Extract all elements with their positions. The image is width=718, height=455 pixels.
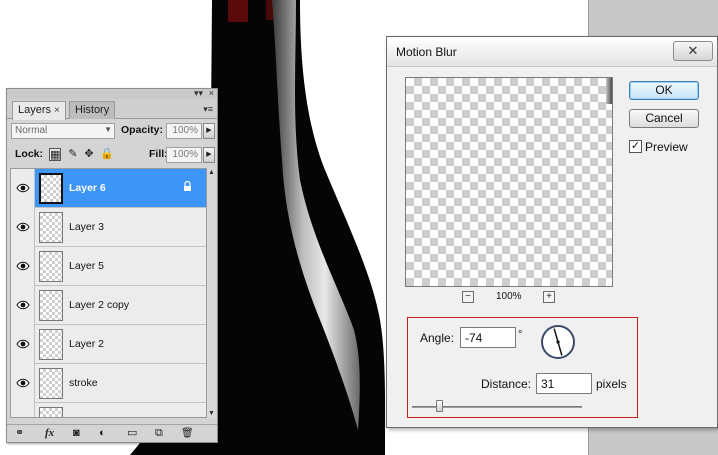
scroll-down-icon[interactable]: ▼ xyxy=(208,410,215,417)
layer-thumbnail xyxy=(39,212,63,243)
layer-row-stroke[interactable]: stroke xyxy=(11,364,206,403)
visibility-toggle[interactable] xyxy=(11,403,35,418)
angle-dial[interactable] xyxy=(540,324,576,360)
fill-arrow-button[interactable]: ▶ xyxy=(203,147,215,163)
tab-layers[interactable]: Layers × xyxy=(12,101,66,120)
adjustment-icon[interactable]: ◐ xyxy=(99,427,106,440)
close-icon: ✕ xyxy=(687,43,699,58)
fx-icon[interactable]: fx xyxy=(45,427,54,440)
layer-list: Layer 6 Layer 3 Layer 5 Layer 2 copy Lay… xyxy=(10,168,207,418)
layer-name: stroke xyxy=(69,377,98,389)
lock-position-icon[interactable]: ✥ xyxy=(83,148,95,161)
layer-thumbnail xyxy=(39,368,63,399)
new-layer-icon[interactable]: ⧉ xyxy=(155,427,163,440)
link-icon[interactable]: ⚭ xyxy=(15,427,24,440)
degree-symbol: ° xyxy=(518,329,523,341)
visibility-toggle[interactable] xyxy=(11,247,35,286)
dialog-title: Motion Blur xyxy=(396,45,457,59)
visibility-toggle[interactable] xyxy=(11,169,35,208)
dialog-titlebar[interactable]: Motion Blur ✕ xyxy=(387,37,717,67)
layer-row-layer-2[interactable]: Layer 2 xyxy=(11,325,206,364)
folder-icon[interactable]: ▭ xyxy=(127,427,137,440)
zoom-in-button[interactable]: + xyxy=(543,291,555,303)
distance-label: Distance: xyxy=(481,377,532,391)
layer-thumbnail xyxy=(39,329,63,360)
blur-parameters: Angle: ° Distance: pixels xyxy=(407,317,638,418)
panel-titlebar[interactable]: ▾▾ × xyxy=(7,88,217,99)
layer-thumbnail xyxy=(39,251,63,282)
opacity-arrow-button[interactable]: ▶ xyxy=(203,123,215,139)
preview-checkbox[interactable]: ✓ xyxy=(629,140,642,153)
close-button[interactable]: ✕ xyxy=(673,41,713,61)
lock-label: Lock: xyxy=(15,148,44,160)
panel-tabs: Layers × History ▾≡ xyxy=(7,99,217,120)
layers-scrollbar[interactable]: ▲ ▼ xyxy=(207,168,216,418)
layer-name: Layer 2 copy xyxy=(69,299,130,311)
blend-row: Normal ▼ Opacity: 100% ▶ xyxy=(11,123,215,139)
fill-label: Fill: xyxy=(149,148,168,160)
scroll-up-icon[interactable]: ▲ xyxy=(208,169,215,176)
layer-thumbnail xyxy=(39,407,63,417)
close-icon[interactable]: × xyxy=(209,88,214,98)
lock-transparent-icon[interactable]: ▦ xyxy=(49,148,61,161)
tab-history[interactable]: History xyxy=(69,101,116,119)
zoom-level: 100% xyxy=(496,291,522,302)
layers-toolbar: ⚭ fx ◙ ◐ ▭ ⧉ 🗑 xyxy=(7,424,217,442)
zoom-controls: − 100% + xyxy=(405,291,613,305)
opacity-field[interactable]: 100% xyxy=(166,123,202,139)
layer-row-layer-2-copy[interactable]: Layer 2 copy xyxy=(11,286,206,325)
angle-label: Angle: xyxy=(420,331,455,345)
cancel-button[interactable]: Cancel xyxy=(629,109,699,128)
blend-mode-select[interactable]: Normal ▼ xyxy=(11,123,115,139)
eye-icon xyxy=(16,183,30,193)
preview-label: Preview xyxy=(645,140,688,154)
distance-input[interactable] xyxy=(536,373,592,394)
lock-row: Lock: ▦ ✎ ✥ 🔒 Fill: 100% ▶ xyxy=(11,147,215,163)
panel-menu-icon[interactable]: ▾≡ xyxy=(203,104,213,115)
eye-icon xyxy=(16,222,30,232)
eye-icon xyxy=(16,261,30,271)
layer-name: Layer 5 xyxy=(69,260,105,272)
layer-row-partial[interactable] xyxy=(11,403,206,418)
chevron-down-icon: ▼ xyxy=(104,125,112,134)
layer-thumbnail xyxy=(39,290,63,321)
visibility-toggle[interactable] xyxy=(11,208,35,247)
layer-row-layer-5[interactable]: Layer 5 xyxy=(11,247,206,286)
layer-name: Layer 2 xyxy=(69,338,105,350)
collapse-icon[interactable]: ▾▾ xyxy=(194,88,203,98)
blend-mode-value: Normal xyxy=(15,125,48,136)
layers-panel: ▾▾ × Layers × History ▾≡ Normal ▼ Opacity… xyxy=(6,88,218,443)
mask-icon[interactable]: ◙ xyxy=(73,427,80,440)
tab-close-icon[interactable]: × xyxy=(54,105,60,116)
visibility-toggle[interactable] xyxy=(11,364,35,403)
eye-icon xyxy=(16,339,30,349)
layer-thumbnail xyxy=(39,173,63,204)
tab-layers-label: Layers xyxy=(18,104,52,116)
lock-icon xyxy=(184,181,191,191)
layer-row-layer-6[interactable]: Layer 6 xyxy=(11,169,206,208)
layer-row-layer-3[interactable]: Layer 3 xyxy=(11,208,206,247)
eye-icon xyxy=(16,416,30,418)
lock-image-icon[interactable]: ✎ xyxy=(67,148,79,161)
angle-input[interactable] xyxy=(460,327,516,348)
ok-button[interactable]: OK xyxy=(629,81,699,100)
opacity-label: Opacity: xyxy=(121,124,164,136)
distance-unit: pixels xyxy=(596,377,627,391)
preview-window[interactable] xyxy=(405,77,613,287)
lock-all-icon[interactable]: 🔒 xyxy=(100,148,114,161)
motion-blur-dialog: Motion Blur ✕ − 100% + Angle: ° Distance… xyxy=(386,36,718,428)
eye-icon xyxy=(16,300,30,310)
visibility-toggle[interactable] xyxy=(11,286,35,325)
preview-image-edge xyxy=(606,78,612,104)
eye-icon xyxy=(16,378,30,388)
fill-field[interactable]: 100% xyxy=(166,147,202,163)
tab-history-label: History xyxy=(75,104,110,116)
distance-slider-handle[interactable] xyxy=(436,400,443,412)
trash-icon[interactable]: 🗑 xyxy=(181,427,194,440)
layer-name: Layer 6 xyxy=(69,182,106,194)
zoom-out-button[interactable]: − xyxy=(462,291,474,303)
visibility-toggle[interactable] xyxy=(11,325,35,364)
layer-name: Layer 3 xyxy=(69,221,105,233)
